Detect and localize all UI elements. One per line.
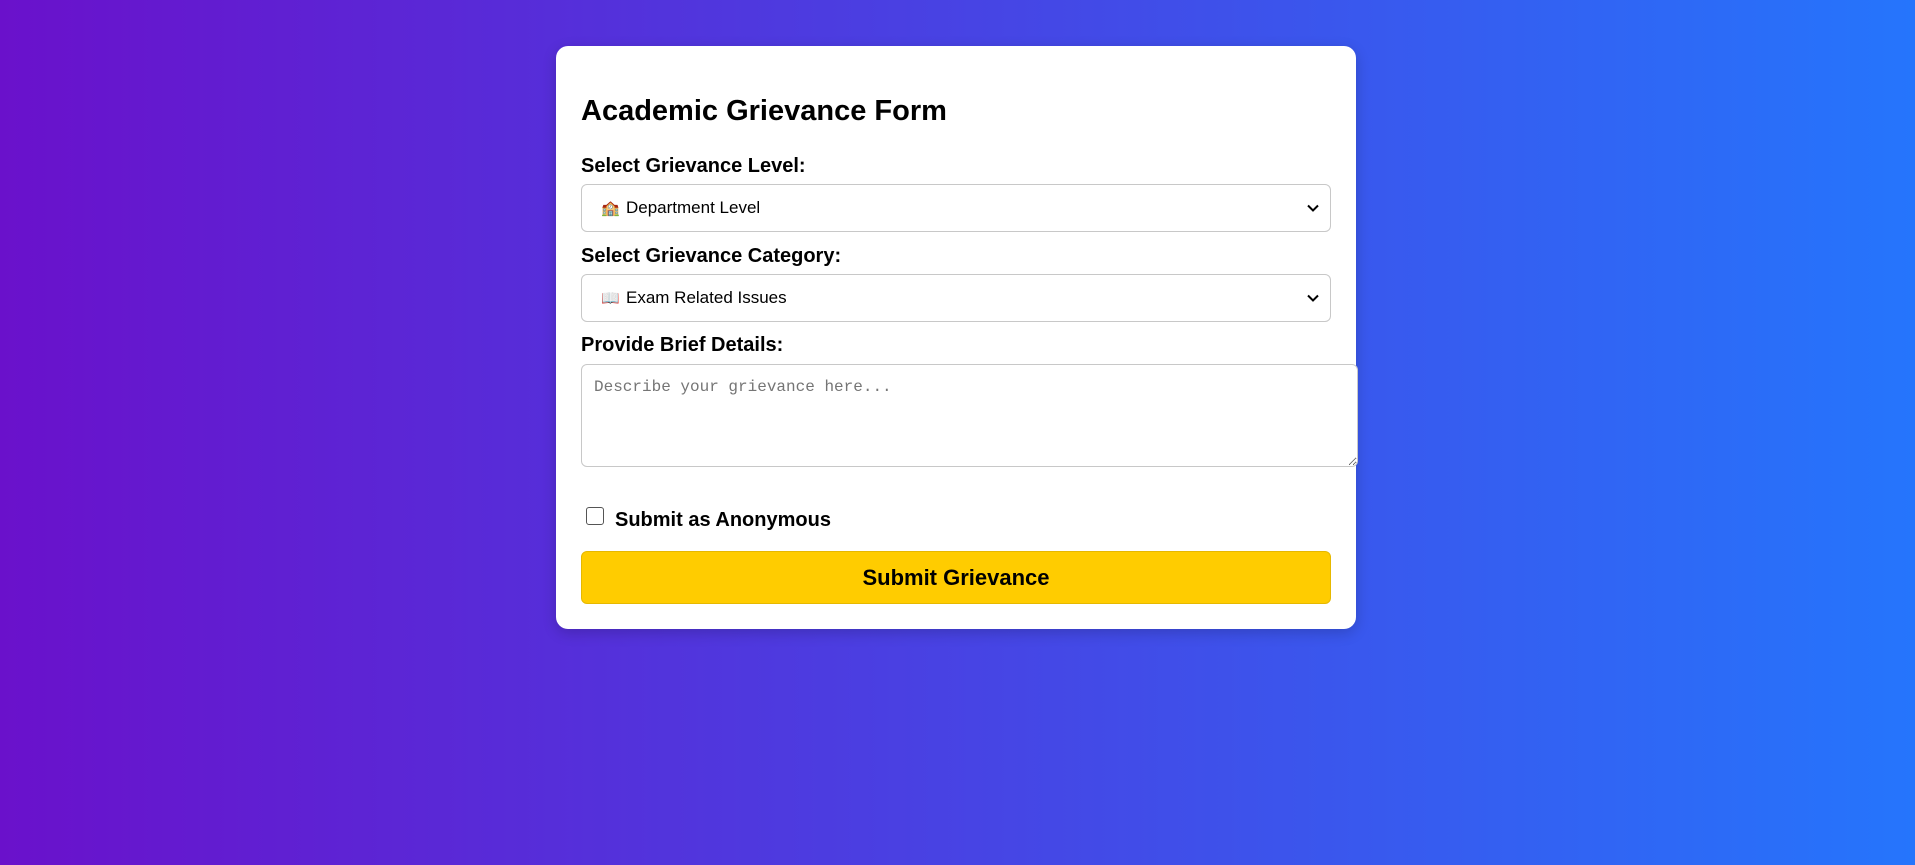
chevron-down-icon (1307, 204, 1319, 212)
details-label: Provide Brief Details: (581, 334, 784, 356)
grievance-form-card: Academic Grievance Form Select Grievance… (556, 46, 1358, 629)
chevron-down-icon (1307, 294, 1319, 302)
anonymous-checkbox[interactable] (586, 507, 604, 525)
grievance-level-label: Select Grievance Level: (581, 155, 806, 177)
grievance-category-select[interactable]: 📖 Exam Related Issues (581, 274, 1331, 322)
school-building-icon: 🏫 (601, 200, 620, 217)
grievance-category-label: Select Grievance Category: (581, 245, 842, 267)
grievance-level-select[interactable]: 🏫 Department Level (581, 184, 1331, 232)
anonymous-checkbox-label[interactable]: Submit as Anonymous (615, 508, 831, 532)
details-textarea[interactable] (581, 364, 1358, 467)
form-title: Academic Grievance Form (581, 95, 947, 127)
open-book-icon: 📖 (601, 290, 620, 307)
submit-grievance-button[interactable]: Submit Grievance (581, 551, 1331, 604)
grievance-category-selected-text: Exam Related Issues (626, 288, 787, 307)
grievance-level-selected-text: Department Level (626, 198, 761, 217)
